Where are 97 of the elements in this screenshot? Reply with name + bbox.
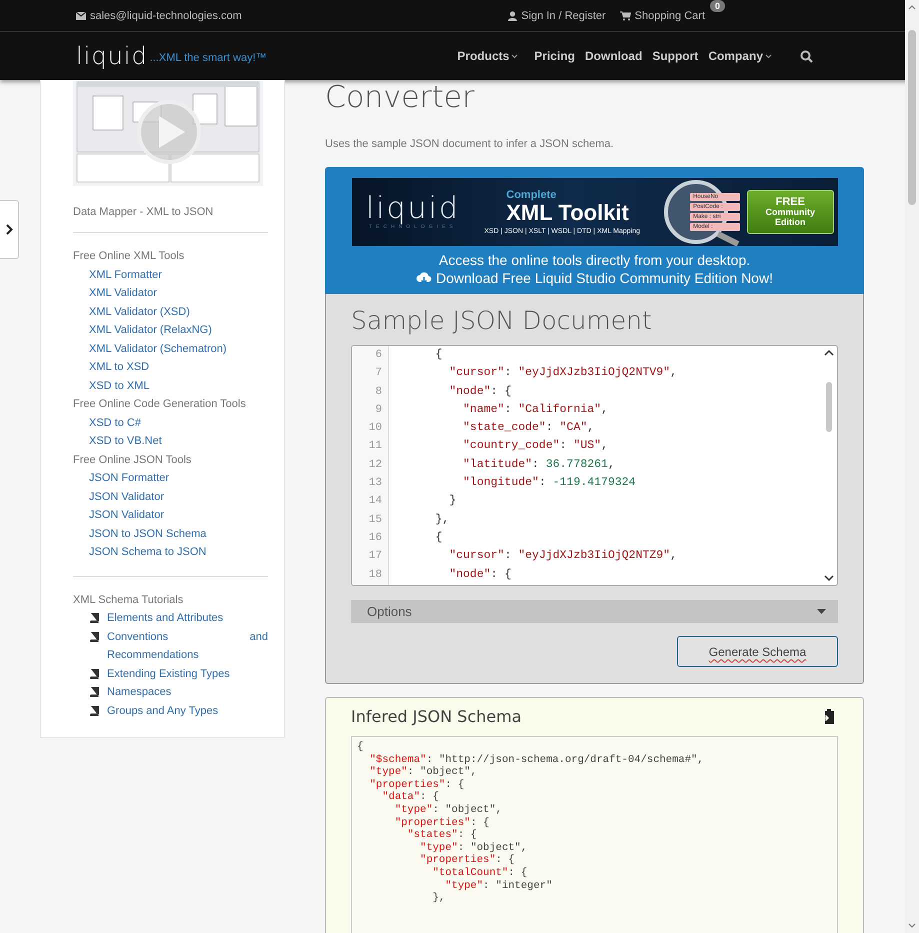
options-dropdown[interactable]: Options — [351, 600, 838, 623]
sidebar-link[interactable]: JSON Validator — [73, 488, 268, 506]
code-line: "type": "object", — [394, 804, 503, 817]
tutorial-link[interactable]: Conventions and Recommendations — [107, 628, 268, 664]
cart-icon — [620, 10, 631, 20]
code-line: "type": "object", — [419, 842, 528, 854]
sidebar-link[interactable]: XSD to C# — [73, 414, 268, 432]
code-line: "cursor": "eyJjdXJzb3IiOjQ2NTV9", — [448, 365, 678, 382]
panel-title: Sample JSON Document — [351, 306, 653, 335]
generate-schema-button[interactable]: Generate Schema — [677, 636, 838, 667]
tutorial-link[interactable]: Namespaces — [107, 683, 268, 702]
tutorial-link[interactable]: Elements and Attributes — [107, 609, 268, 628]
code-line: }, — [432, 892, 446, 905]
line-number: 9 — [374, 402, 383, 418]
sidebar-link[interactable]: XSD to XML — [73, 376, 268, 395]
tutorial-link[interactable]: Groups and Any Types — [107, 702, 268, 720]
code-line: "type": "integer" — [444, 880, 554, 892]
sidebar-link[interactable]: XML Validator (Schematron) — [73, 340, 268, 358]
search-icon[interactable] — [800, 50, 813, 62]
code-line: "properties": { — [368, 778, 466, 791]
scrollbar[interactable] — [822, 347, 836, 584]
banner-title: XML Toolkit — [505, 201, 630, 226]
code-line: "cursor": "eyJjdXJzb3IiOjQ2NTZ9", — [448, 548, 678, 564]
panel-title: Infered JSON Schema — [351, 707, 522, 726]
line-number: 10 — [368, 421, 383, 436]
group-title: Free Online XML Tools — [73, 249, 186, 264]
code-line: { — [434, 530, 444, 546]
code-line: "longitude": -119.4179324 — [462, 475, 637, 492]
line-number: 16 — [368, 530, 383, 546]
scrollbar[interactable] — [905, 0, 919, 933]
code-line: { — [434, 347, 444, 363]
code-line: "properties": { — [394, 816, 490, 829]
code-line: "properties": { — [419, 854, 516, 867]
code-line: "node": { — [448, 384, 512, 400]
code-line: }, — [434, 512, 450, 528]
sidebar-link[interactable]: XSD to VB.Net — [73, 432, 268, 450]
download-link[interactable]: Download Free Liquid Studio Community Edition Now! — [416, 270, 773, 286]
group-title: XML Schema Tutorials — [73, 592, 184, 608]
code-line: "latitude": 36.778261, — [462, 456, 616, 473]
nav-link[interactable]: Products — [457, 49, 518, 63]
sidebar-link[interactable]: JSON Schema to JSON — [73, 543, 268, 562]
code-line: "type": "object", — [368, 766, 478, 779]
code-line: "name": "California", — [462, 402, 609, 418]
sidebar-link[interactable]: JSON Validator — [73, 506, 268, 524]
sidebar-link[interactable]: XML to XSD — [73, 358, 268, 376]
line-number: 7 — [374, 366, 383, 382]
group-title: Free Online Code Generation Tools — [73, 397, 247, 412]
sidebar-link[interactable]: JSON Formatter — [73, 469, 268, 488]
caret-icon — [817, 609, 826, 614]
sidebar-link[interactable]: XML Validator — [73, 284, 268, 302]
line-number: 6 — [374, 348, 383, 363]
promo-text: Access the online tools directly from your desktop. — [438, 252, 750, 268]
banner-kicker: Complete — [505, 189, 558, 202]
page-title: Converter — [325, 80, 476, 116]
tagline: ...XML the smart way!™ — [150, 52, 267, 64]
line-number: 8 — [374, 384, 383, 400]
group-title: Free Online JSON Tools — [73, 452, 192, 468]
banner-logo: liquid — [366, 194, 460, 224]
code-line: "states": { — [406, 829, 478, 842]
json-editor[interactable] — [351, 345, 838, 586]
sidebar-toggle[interactable] — [0, 200, 19, 259]
line-number: 18 — [368, 568, 383, 583]
sidebar-link[interactable]: XML Validator (RelaxNG) — [73, 321, 268, 340]
description: Uses the sample JSON document to infer a JSON schema. — [325, 138, 615, 150]
shopping-cart-link[interactable]: Shopping Cart — [620, 10, 705, 22]
line-number: 15 — [368, 512, 383, 528]
line-number: 14 — [368, 494, 383, 510]
free-edition-badge[interactable]: FREE Community Edition — [747, 190, 834, 234]
sidebar-link[interactable]: XML Validator (XSD) — [73, 302, 268, 321]
nav-link[interactable]: Download — [584, 49, 642, 63]
code-line: "$schema": "http://json-schema.org/draft-04/schema#", — [368, 754, 705, 766]
code-line: "data": { — [381, 791, 440, 804]
line-number: 11 — [368, 439, 383, 454]
chevron-right-icon — [6, 224, 12, 235]
video-caption: Data Mapper - XML to JSON — [73, 206, 214, 218]
user-icon — [508, 10, 518, 20]
code-line: { — [357, 741, 364, 754]
cart-count: 0 — [710, 0, 725, 12]
nav-link[interactable]: Company — [708, 49, 772, 63]
code-line: "node": { — [448, 566, 512, 583]
email-link[interactable]: sales@liquid-technologies.com — [76, 10, 242, 22]
nav-link[interactable]: Support — [652, 49, 698, 63]
code-line: "country_code": "US", — [462, 438, 609, 454]
envelope-icon — [76, 12, 86, 20]
sign-in-link[interactable]: Sign In / Register — [508, 10, 606, 22]
tutorial-link[interactable]: Extending Existing Types — [107, 664, 268, 683]
line-number: 17 — [368, 549, 383, 564]
line-number: 12 — [368, 458, 383, 473]
code-line: "totalCount": { — [432, 866, 528, 880]
sidebar-link[interactable]: XML Formatter — [73, 266, 268, 284]
cloud-download-icon — [416, 272, 432, 284]
code-line: "state_code": "CA", — [462, 420, 596, 436]
code-line: } — [448, 493, 458, 510]
logo[interactable]: liquid — [76, 44, 148, 68]
line-number: 13 — [368, 476, 383, 492]
nav-link[interactable]: Pricing — [534, 49, 575, 63]
sidebar-link[interactable]: JSON to JSON Schema — [73, 524, 268, 543]
